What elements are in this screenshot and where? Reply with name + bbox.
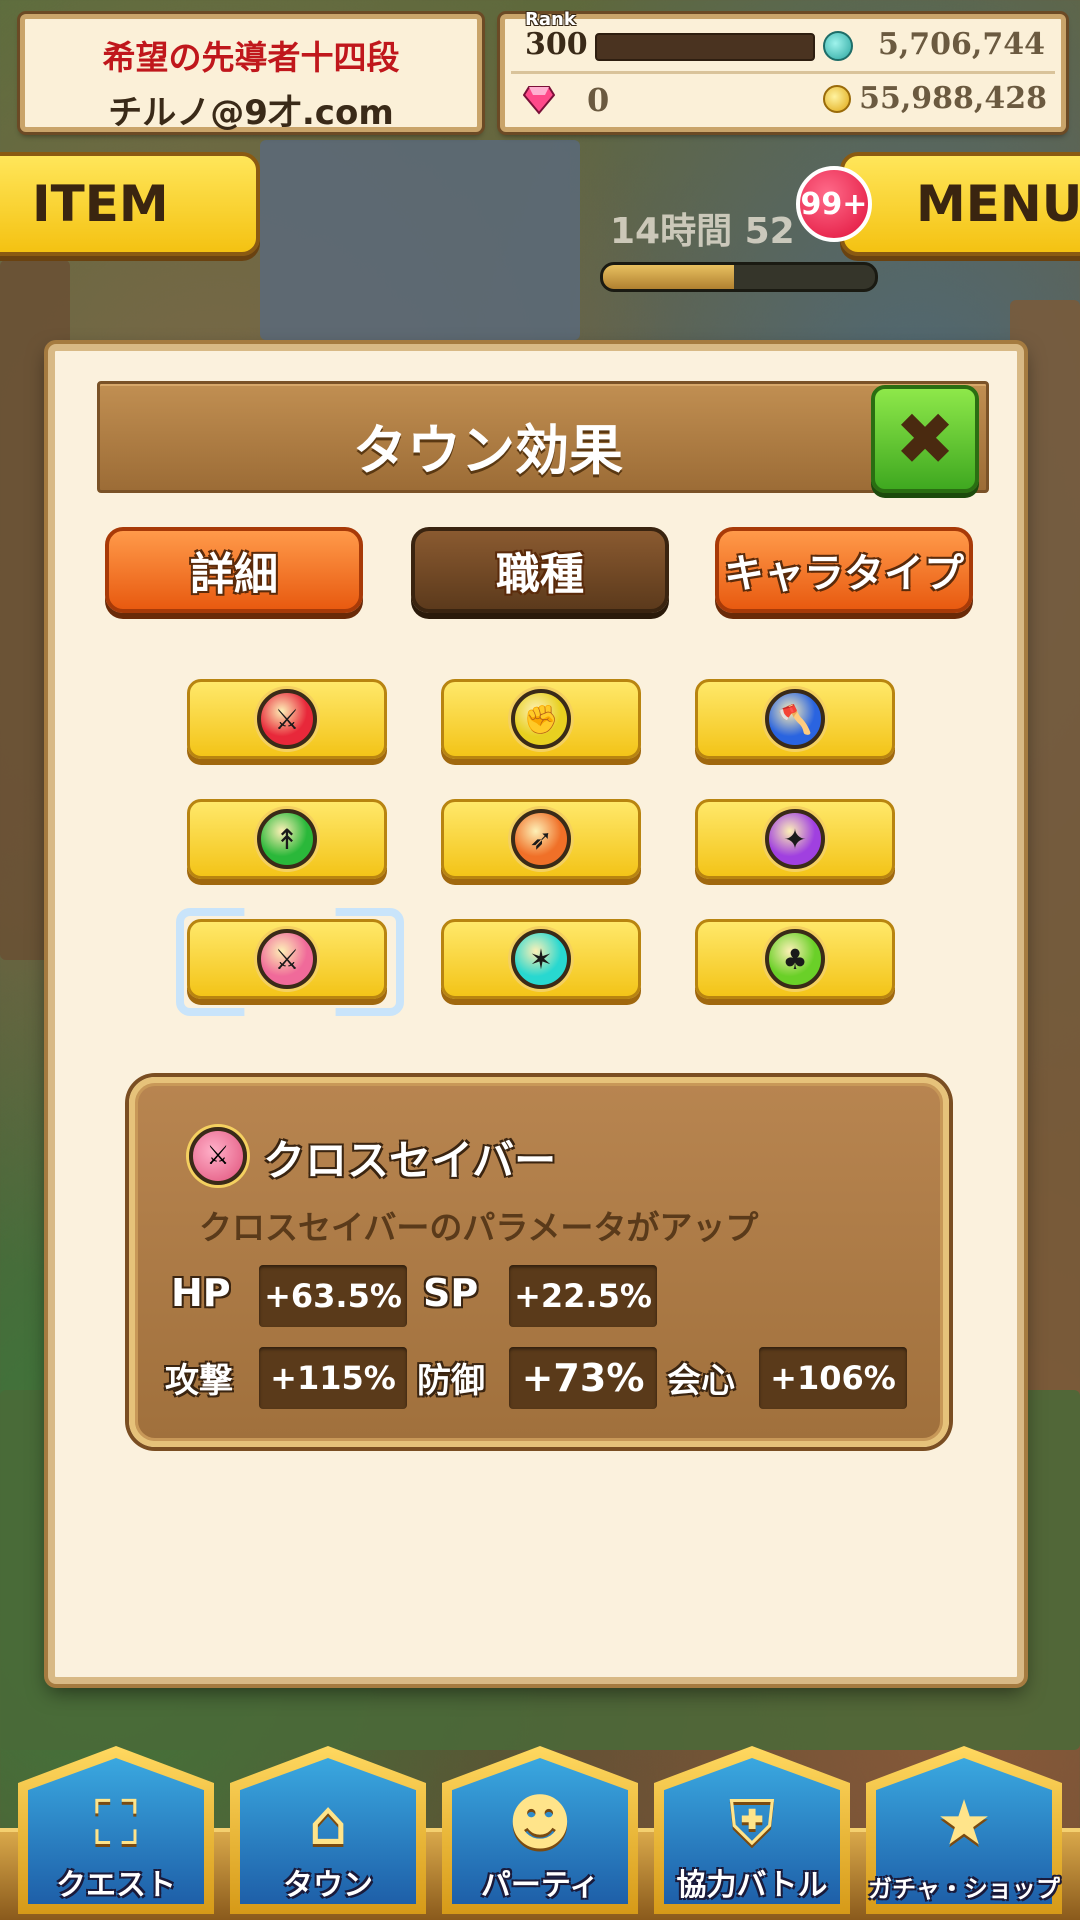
rank-value: 300 [525,27,588,62]
dialog-header: タウン効果 [97,381,989,493]
player-name: チルノ@9才.com [108,93,394,133]
cross-saber-icon: ⚔ [257,929,317,989]
divider [511,71,1055,74]
staff-icon: ✦ [765,809,825,869]
town-icon: ⌂ [308,1786,348,1859]
claw-icon: ♣ [765,929,825,989]
nav-party[interactable]: ☻ パーティ [442,1746,638,1914]
town-timer-text: 14時間 52 [610,211,795,252]
job-button-sword[interactable]: ⚔ [187,679,387,759]
town-effect-dialog: タウン効果 ✖ 詳細 職種 キャラタイプ ⚔ ✊ 🪓 ↟ ➶ ✦ ⚔ ✶ ♣ ⚔ クロスセイバー… [48,344,1024,1684]
nav-shield[interactable]: ⛨ 協力バトル [654,1746,850,1914]
stat-value-attack: +115% [259,1347,407,1409]
job-effect-panel: ⚔ クロスセイバー クロスセイバーのパラメータがアップ HP +63.5% SP… [129,1077,949,1447]
coin-value: 55,988,428 [859,81,1047,116]
player-title: 希望の先導者十四段 [102,38,400,77]
stat-label-sp: SP [423,1271,479,1315]
star-icon: ★ [936,1786,992,1859]
menu-label: MENU [916,175,1080,233]
stat-label-hp: HP [171,1271,231,1315]
nav-star[interactable]: ★ ガチャ・ショップ [866,1746,1062,1914]
resource-panel: Rank 300 5,706,744 0 55,988,428 [500,9,1066,132]
job-button-fist[interactable]: ✊ [441,679,641,759]
nav-label: ガチャ・ショップ [868,1875,1060,1903]
shield-icon: ⛨ [728,1786,776,1859]
bow-icon: ➶ [511,809,571,869]
job-name: クロスセイバー [263,1136,557,1185]
nav-label: 協力バトル [676,1868,828,1903]
town-timer-fill [603,265,734,289]
axe-icon: 🪓 [765,689,825,749]
dragon-icon: ✶ [511,929,571,989]
notification-badge: 99+ [796,166,872,242]
party-icon: ☻ [507,1786,573,1859]
job-button-spear[interactable]: ↟ [187,799,387,879]
coin-icon [823,85,851,113]
stat-value-defense: +73% [509,1347,657,1409]
job-description: クロスセイバーのパラメータがアップ [199,1208,759,1247]
gem-value: 0 [587,81,610,119]
job-button-axe[interactable]: 🪓 [695,679,895,759]
job-button-cross-saber[interactable]: ⚔ [176,908,404,1016]
tab-character-type[interactable]: キャラタイプ [715,527,973,613]
cross-saber-icon: ⚔ [189,1127,247,1185]
close-button[interactable]: ✖ [871,385,979,493]
stat-label-critical: 会心 [667,1361,735,1401]
nav-label: クエスト [56,1868,176,1903]
dialog-title: タウン効果 [353,419,623,482]
fist-icon: ✊ [511,689,571,749]
player-card[interactable]: 希望の先導者十四段 チルノ@9才.com [20,14,482,133]
item-button[interactable]: ITEM [0,152,260,256]
stamina-icon [823,31,853,61]
stat-label-defense: 防御 [417,1361,485,1401]
nav-label: パーティ [480,1868,600,1903]
town-timer-bar [600,262,878,292]
nav-town[interactable]: ⌂ タウン [230,1746,426,1914]
gem-icon [523,86,555,115]
job-button-staff[interactable]: ✦ [695,799,895,879]
quest-map-icon: ⛶ [94,1786,138,1859]
job-button-dragon[interactable]: ✶ [441,919,641,999]
nav-quest-map[interactable]: ⛶ クエスト [18,1746,214,1914]
stat-value-critical: +106% [759,1347,907,1409]
sword-icon: ⚔ [257,689,317,749]
stat-label-attack: 攻撃 [165,1361,233,1401]
stamina-value: 5,706,744 [877,27,1045,62]
background-building [260,140,580,340]
bottom-navigation: ⛶ クエスト ⌂ タウン ☻ パーティ ⛨ 協力バトル ★ ガチャ・ショップ [0,1738,1080,1920]
menu-button[interactable]: MENU [840,152,1080,256]
nav-label: タウン [283,1868,373,1903]
spear-icon: ↟ [257,809,317,869]
job-button-bow[interactable]: ➶ [441,799,641,879]
tab-job-class[interactable]: 職種 [411,527,669,613]
stat-value-sp: +22.5% [509,1265,657,1327]
rank-exp-bar [595,33,815,61]
job-button-claw[interactable]: ♣ [695,919,895,999]
tab-details[interactable]: 詳細 [105,527,363,613]
stat-value-hp: +63.5% [259,1265,407,1327]
